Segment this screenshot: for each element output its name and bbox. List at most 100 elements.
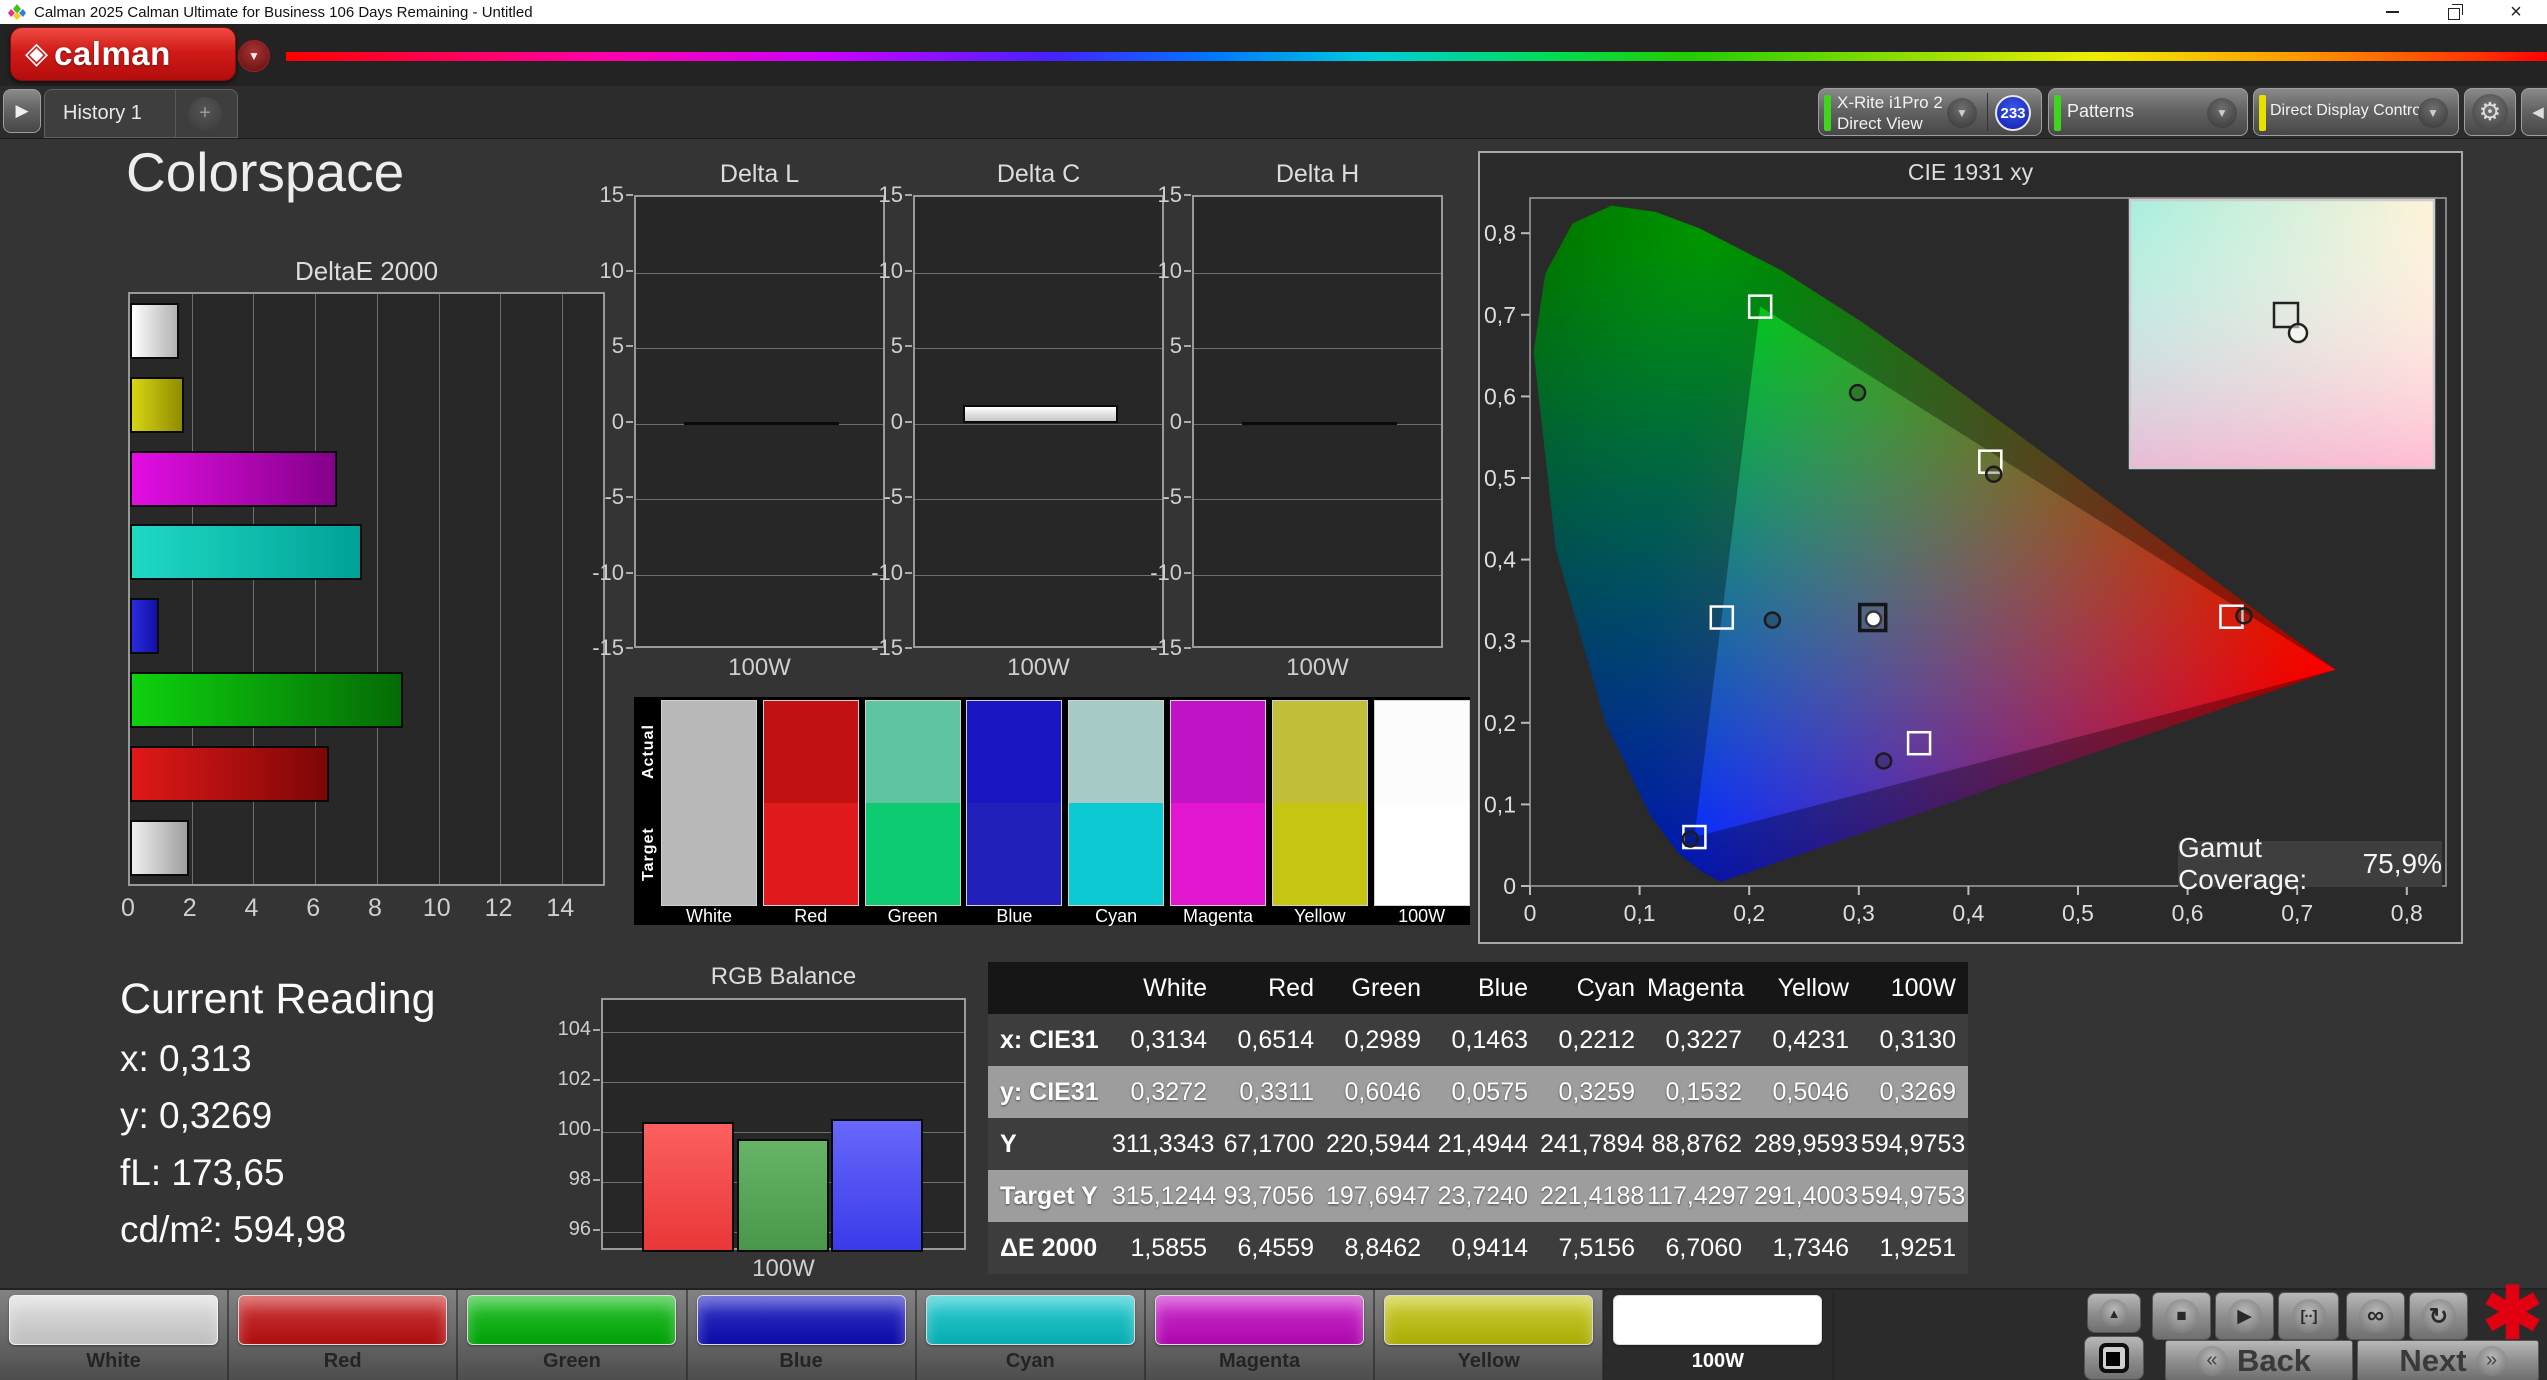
table-value: 0,4231 xyxy=(1754,1014,1861,1066)
delta-tick-mark xyxy=(626,496,633,498)
swatch-actual xyxy=(1069,701,1164,803)
target-row-label: Target xyxy=(640,827,657,881)
swatch-actual xyxy=(1171,701,1265,803)
measure-series-button[interactable]: [··] xyxy=(2278,1292,2339,1340)
close-button[interactable]: × xyxy=(2485,0,2547,24)
display-control-label: Direct Display Control xyxy=(2270,102,2425,119)
cie-measured-blue xyxy=(1681,830,1700,848)
delta-gridline xyxy=(915,272,1162,274)
pattern-selector-bar: White Red Green Blue Cyan Magenta Yellow 100W ▲… xyxy=(0,1288,2547,1380)
whitepoint-zoom-inset xyxy=(2128,198,2436,470)
minimize-button[interactable] xyxy=(2361,0,2423,24)
tab-divider xyxy=(175,90,176,137)
svg-text:0,1: 0,1 xyxy=(1484,791,1516,817)
display-control-button[interactable]: Direct Display Control ▼ xyxy=(2253,88,2459,136)
gamut-coverage-label: Gamut Coverage: xyxy=(2178,832,2308,895)
tab-history-1[interactable]: History 1 + xyxy=(44,89,238,138)
pattern-button-white[interactable]: White xyxy=(0,1290,230,1380)
table-value: 289,9593 xyxy=(1754,1118,1861,1170)
settings-button[interactable]: ⚙ xyxy=(2464,88,2516,136)
delta-tick-mark xyxy=(626,420,633,423)
pattern-button-magenta[interactable]: Magenta xyxy=(1146,1290,1376,1380)
continuous-measure-button[interactable]: ∞ xyxy=(2346,1292,2405,1340)
chevron-down-icon: ▼ xyxy=(2216,106,2228,120)
table-header-white: White xyxy=(1112,962,1219,1014)
stop-button[interactable]: ■ xyxy=(2152,1292,2211,1340)
display-control-dropdown-icon[interactable]: ▼ xyxy=(2418,98,2448,128)
calman-menu-dropdown-button[interactable]: ▼ xyxy=(238,40,270,72)
swatch-target xyxy=(967,803,1062,905)
restore-button[interactable] xyxy=(2423,0,2485,24)
table-value: 7,5156 xyxy=(1540,1222,1647,1274)
pattern-button-yellow[interactable]: Yellow xyxy=(1375,1290,1605,1380)
swatch-actual xyxy=(662,701,756,803)
table-value: 311,3343 xyxy=(1112,1118,1219,1170)
display-window-icon xyxy=(2099,1343,2129,1373)
delta-tick-label: -5 xyxy=(1162,484,1182,509)
delta-tick-label: 0 xyxy=(611,408,624,434)
svg-text:0,3: 0,3 xyxy=(1484,628,1516,654)
patterns-button[interactable]: Patterns ▼ xyxy=(2048,88,2248,136)
delta-gridline xyxy=(915,348,1162,349)
delta-tick-label: 15 xyxy=(599,182,624,207)
swatch-column-green xyxy=(864,700,961,906)
table-row-label: y: CIE31 xyxy=(988,1066,1112,1118)
pattern-button-cyan[interactable]: Cyan xyxy=(917,1290,1146,1380)
refresh-button[interactable]: ↻ xyxy=(2409,1292,2468,1340)
delta-chart-plot xyxy=(1192,195,1443,648)
rgb-tick-mark xyxy=(593,1129,600,1132)
delta-tick-mark xyxy=(1184,194,1191,196)
svg-text:0,6: 0,6 xyxy=(1484,383,1516,409)
deltae-gridline xyxy=(376,294,378,884)
pattern-patch xyxy=(9,1295,218,1345)
meter-connection-button[interactable]: X-Rite i1Pro 2 Direct View ▼ 233 xyxy=(1818,88,2042,136)
svg-text:0,4: 0,4 xyxy=(1484,547,1516,573)
table-row-label: ΔE 2000 xyxy=(988,1222,1112,1274)
group-divider xyxy=(1987,93,1988,131)
svg-text:0,4: 0,4 xyxy=(1952,900,1984,926)
gear-icon: ⚙ xyxy=(2478,98,2502,126)
deltae-tick-label: 4 xyxy=(244,894,259,922)
patterns-dropdown-icon[interactable]: ▼ xyxy=(2207,98,2237,128)
rgb-tick-mark xyxy=(593,1229,600,1232)
pattern-button-green[interactable]: Green xyxy=(458,1290,688,1380)
calman-menu-button[interactable]: ◈ calman xyxy=(10,27,236,81)
table-header-cyan: Cyan xyxy=(1540,962,1647,1014)
rgb-tick-label: 98 xyxy=(568,1168,591,1191)
table-value: 241,7894 xyxy=(1540,1118,1647,1170)
inset-measured-circle xyxy=(2287,322,2309,344)
rgb-tick-mark xyxy=(593,1179,600,1182)
table-value: 0,6046 xyxy=(1326,1066,1433,1118)
pattern-button-100w[interactable]: 100W xyxy=(1604,1290,1834,1380)
rgb-bar-green xyxy=(737,1138,829,1252)
measurement-table: White Red Green Blue Cyan Magenta Yellow 100W x:… xyxy=(988,962,1968,1274)
pattern-button-blue[interactable]: Blue xyxy=(688,1290,917,1380)
pattern-window-button[interactable] xyxy=(2084,1336,2144,1380)
pattern-button-red[interactable]: Red xyxy=(229,1290,459,1380)
pattern-window-up-button[interactable]: ▲ xyxy=(2087,1293,2141,1333)
delta-tick-mark xyxy=(905,194,912,196)
pattern-label: Magenta xyxy=(1218,1350,1301,1372)
deltae-tick-label: 10 xyxy=(422,894,451,922)
svg-text:0,1: 0,1 xyxy=(1624,900,1656,926)
delta-tick-label: -5 xyxy=(604,484,624,509)
history-scroll-button[interactable]: ▶ xyxy=(3,89,41,133)
delta-gridline xyxy=(915,574,1162,576)
swatch-column-yellow xyxy=(1271,700,1368,906)
actual-target-swatch-panel: Actual Target White Red Green Blue Cyan Magen… xyxy=(634,697,1470,926)
delta-tick-mark xyxy=(1184,345,1191,347)
cie-chart-title: CIE 1931 xy xyxy=(1907,159,2034,185)
back-button[interactable]: « Back xyxy=(2165,1340,2353,1380)
delta-gridline xyxy=(636,348,883,349)
actual-row-label: Actual xyxy=(640,724,657,780)
delta-chart-delta-c: Delta C 15 10 5 0 -5 -10 -15 100W xyxy=(861,160,1167,720)
delta-tick-mark xyxy=(1184,647,1191,649)
add-tab-button[interactable]: + xyxy=(188,96,222,131)
collapse-panel-button[interactable]: ◀ xyxy=(2521,88,2547,136)
table-header-red: Red xyxy=(1219,962,1326,1014)
rgb-bar-blue xyxy=(831,1119,923,1252)
cie-measured-cyan xyxy=(1763,611,1782,629)
delta-tick-mark xyxy=(626,647,633,649)
meter-dropdown-icon[interactable]: ▼ xyxy=(1947,98,1977,128)
play-button[interactable]: ▶ xyxy=(2215,1292,2274,1340)
